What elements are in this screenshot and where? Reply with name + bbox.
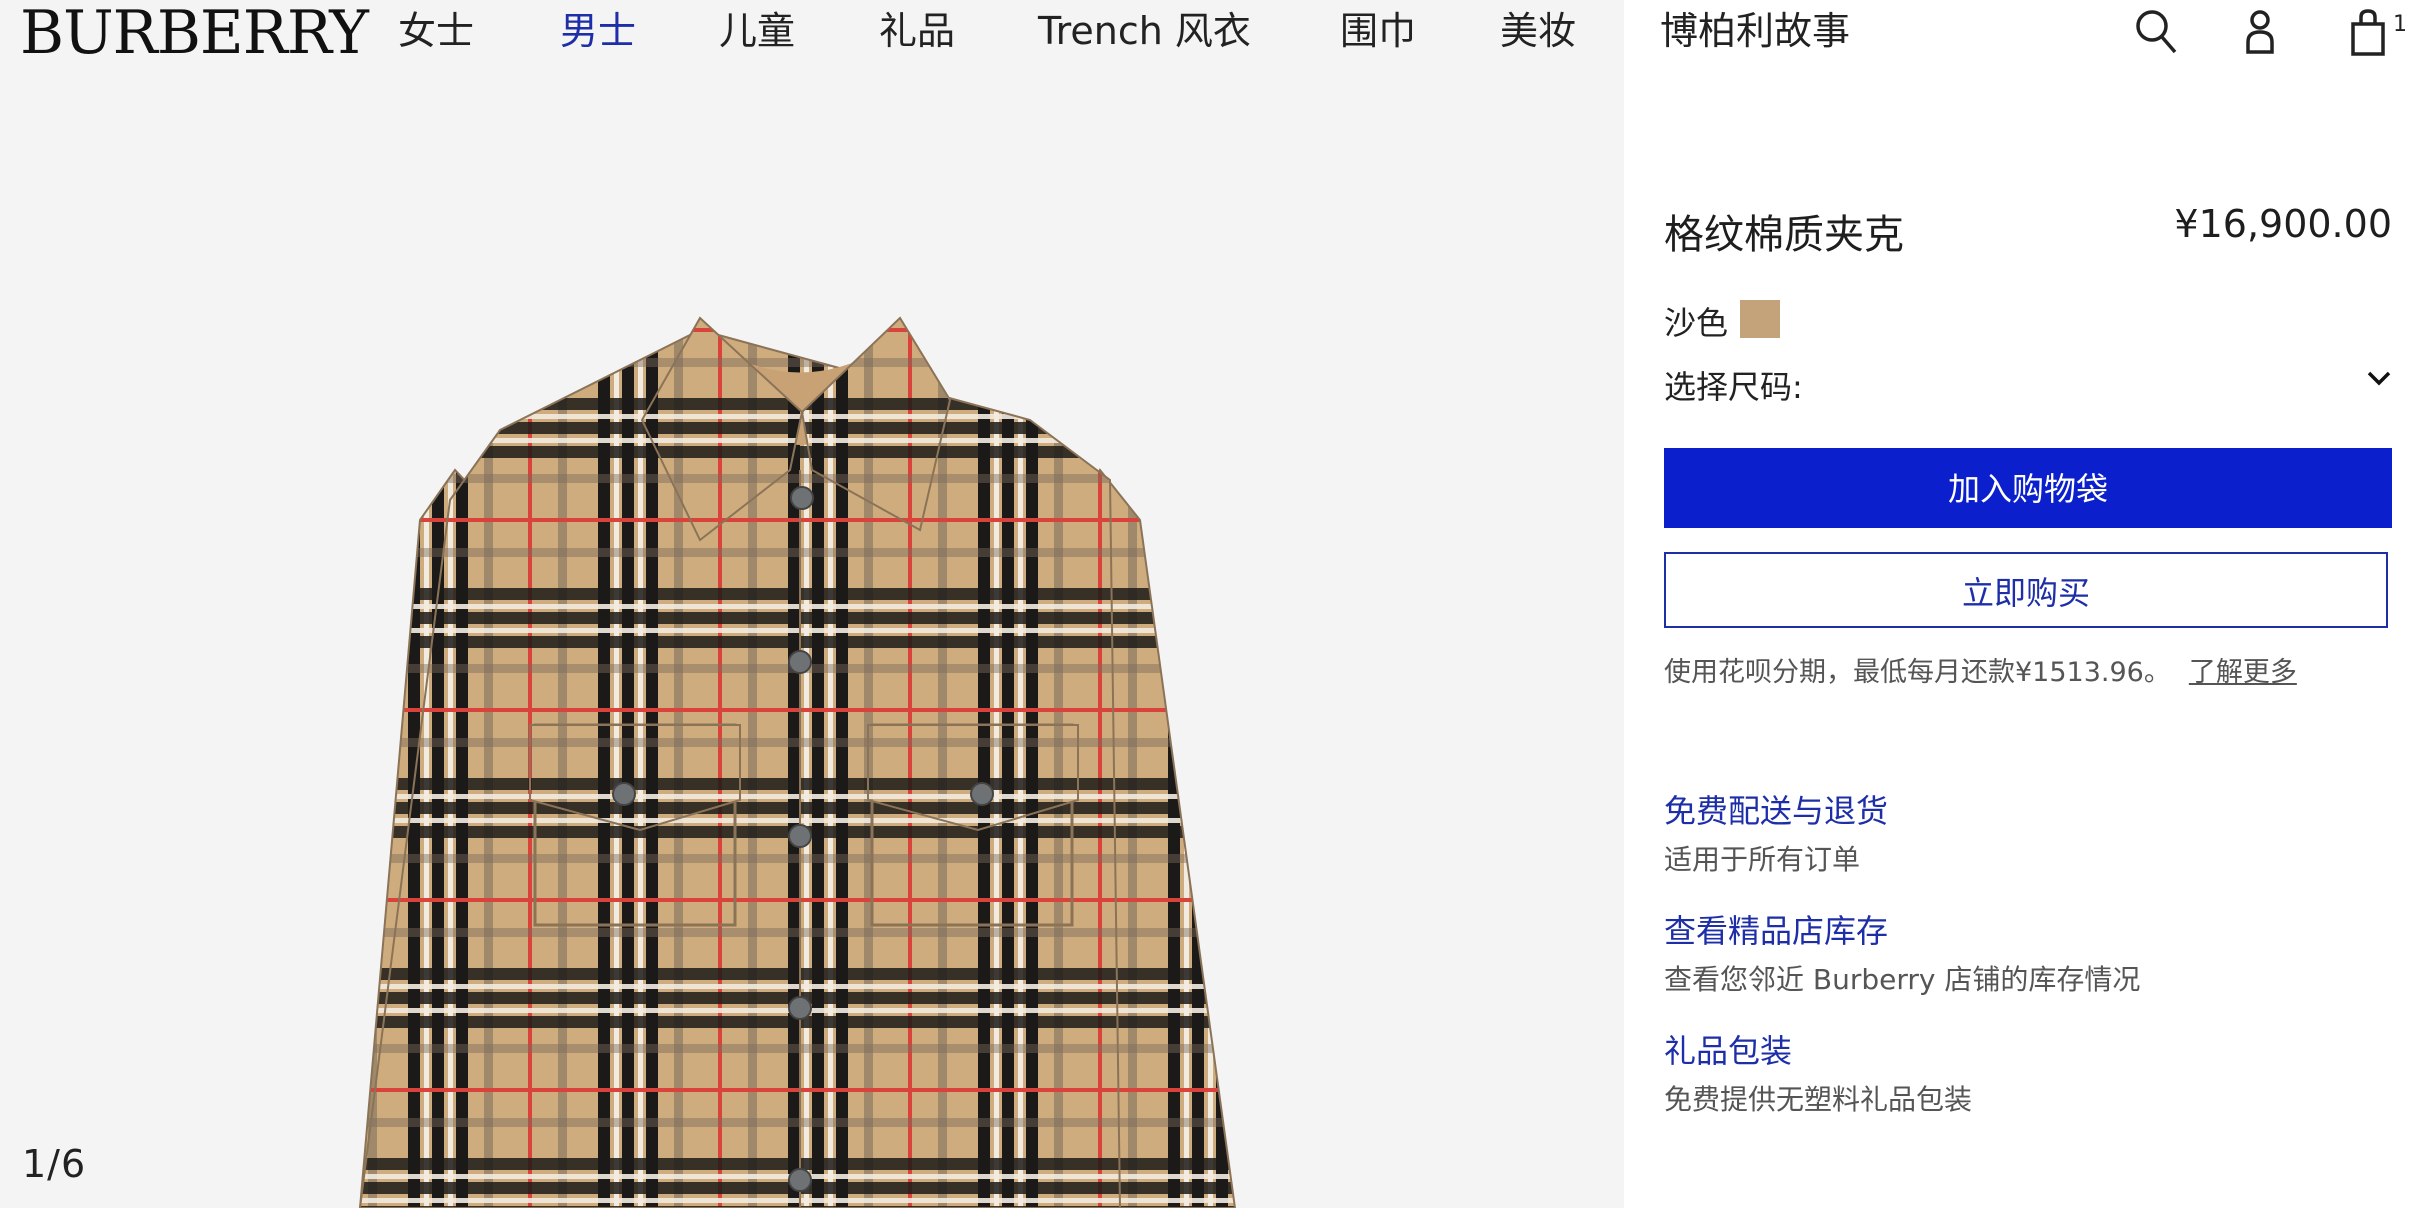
nav-story[interactable]: 博柏利故事 <box>1660 0 1850 62</box>
site-header: BURBERRY 女士 男士 儿童 礼品 Trench 风衣 围巾 美妆 博柏利… <box>0 0 2410 70</box>
nav-beauty[interactable]: 美妆 <box>1500 0 1576 62</box>
image-counter: 1/6 <box>22 1142 87 1186</box>
chevron-down-icon[interactable] <box>2366 368 2392 388</box>
buy-now-button[interactable]: 立即购买 <box>1664 552 2388 628</box>
search-icon[interactable] <box>2134 8 2178 56</box>
product-image <box>358 316 1237 1208</box>
add-to-bag-button[interactable]: 加入购物袋 <box>1664 448 2392 528</box>
cart-count-badge: 1 <box>2393 12 2407 37</box>
nav-men[interactable]: 男士 <box>560 0 636 62</box>
product-price: ¥16,900.00 <box>2174 202 2392 246</box>
nav-trench[interactable]: Trench 风衣 <box>1038 0 1251 62</box>
shopping-bag-icon[interactable] <box>2350 8 2386 56</box>
product-title: 格纹棉质夹克 <box>1664 212 1904 258</box>
size-selector-label[interactable]: 选择尺码: <box>1664 362 1803 408</box>
service-title[interactable]: 礼品包装 <box>1664 1026 1972 1072</box>
service-desc: 查看您邻近 Burberry 店铺的库存情况 <box>1664 963 2141 996</box>
product-image-gallery[interactable]: 1/6 <box>0 0 1624 1208</box>
service-title[interactable]: 免费配送与退货 <box>1664 786 1888 832</box>
installment-text: 使用花呗分期，最低每月还款¥1513.96。 <box>1664 657 2171 688</box>
brand-logo[interactable]: BURBERRY <box>20 0 369 68</box>
service-title[interactable]: 查看精品店库存 <box>1664 906 2140 952</box>
nav-gifts[interactable]: 礼品 <box>879 0 955 62</box>
service-gift-wrap[interactable]: 礼品包装 免费提供无塑料礼品包装 <box>1664 1026 1972 1118</box>
nav-children[interactable]: 儿童 <box>719 0 795 62</box>
nav-women[interactable]: 女士 <box>398 0 474 62</box>
service-shipping[interactable]: 免费配送与退货 适用于所有订单 <box>1664 786 1888 878</box>
learn-more-link[interactable]: 了解更多 <box>2189 657 2297 688</box>
color-swatch[interactable] <box>1740 300 1780 338</box>
service-desc: 免费提供无塑料礼品包装 <box>1664 1083 1973 1116</box>
service-desc: 适用于所有订单 <box>1664 843 1861 876</box>
service-store-stock[interactable]: 查看精品店库存 查看您邻近 Burberry 店铺的库存情况 <box>1664 906 2140 998</box>
installment-info: 使用花呗分期，最低每月还款¥1513.96。 了解更多 <box>1664 650 2297 689</box>
account-icon[interactable] <box>2243 8 2277 56</box>
nav-scarves[interactable]: 围巾 <box>1340 0 1416 62</box>
color-name: 沙色 <box>1664 304 1729 342</box>
